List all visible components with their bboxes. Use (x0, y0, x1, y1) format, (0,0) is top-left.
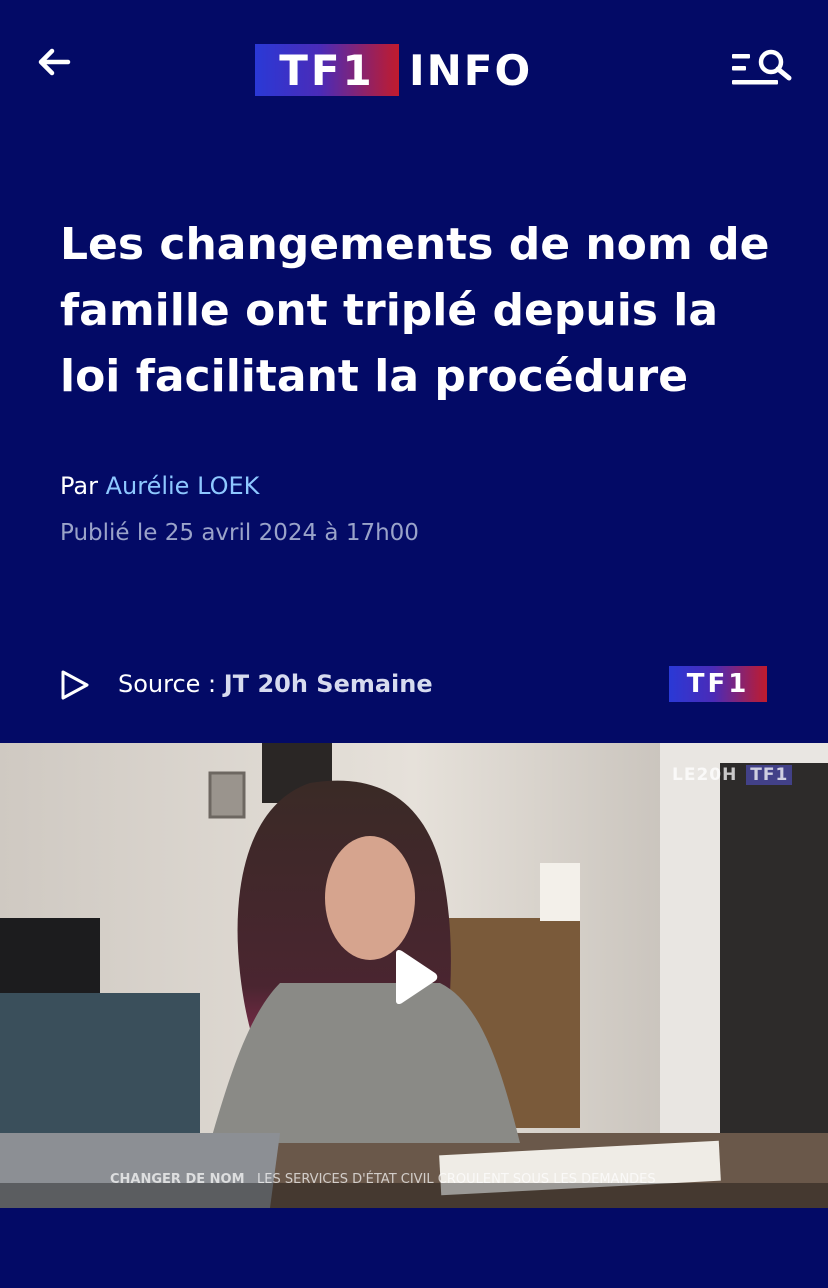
play-icon (396, 949, 438, 1005)
video-caption: CHANGER DE NOM LES SERVICES D'ÉTAT CIVIL… (110, 1172, 656, 1187)
caption-title: CHANGER DE NOM (110, 1172, 245, 1187)
play-outline-icon (61, 670, 89, 700)
bottom-spacer (0, 1208, 828, 1288)
video-play-button[interactable] (388, 948, 440, 1006)
author-link[interactable]: Aurélie LOEK (106, 472, 260, 500)
back-button[interactable] (32, 40, 78, 86)
arrow-left-icon (38, 48, 71, 76)
caption-subtitle: LES SERVICES D'ÉTAT CIVIL CROULENT SOUS … (257, 1172, 656, 1187)
video-watermark: LE20H TF1 (672, 765, 793, 785)
source-program[interactable]: JT 20h Semaine (224, 670, 433, 698)
menu-search-icon (732, 49, 792, 85)
top-bar: TF1 INFO (0, 0, 828, 130)
publish-date: Publié le 25 avril 2024 à 17h00 (60, 520, 419, 546)
byline: Par Aurélie LOEK (60, 472, 259, 500)
byline-prefix: Par (60, 472, 98, 500)
article-headline: Les changements de nom de famille ont tr… (60, 219, 770, 402)
logo-tf1-block: TF1 (255, 44, 399, 96)
logo-info-text: INFO (409, 45, 533, 95)
source-row: Source : JT 20h Semaine TF1 (0, 664, 828, 708)
tf1-channel-badge: TF1 (669, 666, 767, 702)
watermark-channel: TF1 (746, 765, 793, 785)
menu-search-button[interactable] (730, 44, 794, 92)
source-label: Source : JT 20h Semaine (118, 670, 433, 698)
source-prefix: Source : (118, 670, 217, 698)
tf1-info-logo[interactable]: TF1 INFO (255, 43, 532, 97)
watermark-show: LE20H (672, 765, 738, 785)
